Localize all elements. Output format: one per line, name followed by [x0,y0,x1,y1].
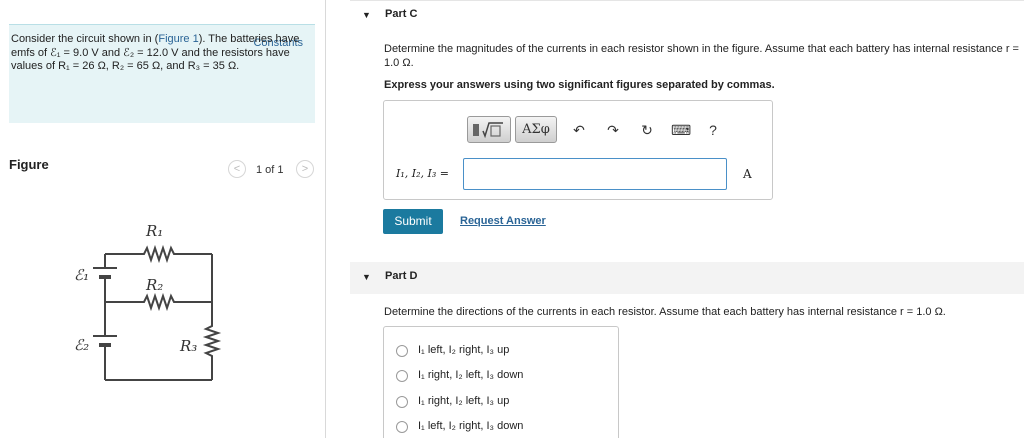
help-icon[interactable]: ? [703,120,723,140]
r2-resistor [105,292,212,312]
e2-label: ℰ₂ [74,336,89,354]
r1-resistor [105,244,212,264]
r1-label: R₁ [145,222,163,240]
part-d-header[interactable]: ▼ Part D [350,262,1024,294]
circuit-diagram: R₁ R₂ R₃ ℰ₁ ℰ₂ [74,222,222,381]
template-icon[interactable] [467,116,511,143]
radio-button[interactable] [396,421,408,433]
e2-battery [93,335,117,347]
left-panel: Constants Consider the circuit shown in … [0,0,325,438]
part-c-header[interactable]: ▼ Part C [350,0,1024,30]
problem-text: Consider the circuit shown in (Figure 1)… [11,33,301,74]
answer-input[interactable] [463,158,727,190]
part-c-title: Part C [385,8,418,20]
option-label: I₁ right, I₂ left, I₃ up [418,395,510,407]
answer-unit: A [743,167,752,181]
radio-button[interactable] [396,396,408,408]
part-c-question: Determine the magnitudes of the currents… [384,43,1019,69]
redo-icon[interactable]: ↷ [603,120,623,140]
problem-text-pre: Consider the circuit shown in ( [11,33,159,45]
panel-divider [325,0,326,438]
radio-button[interactable] [396,345,408,357]
request-answer-link[interactable]: Request Answer [460,215,546,227]
r3-resistor [202,302,222,380]
figure-heading: Figure [9,157,49,172]
figure-counter: 1 of 1 [256,164,284,176]
chevron-left-icon[interactable]: < [228,160,246,178]
r3-label: R₃ [179,337,197,355]
undo-icon[interactable]: ↶ [569,120,589,140]
part-c-instructions: Express your answers using two significa… [384,79,775,91]
radio-button[interactable] [396,370,408,382]
figure-link[interactable]: Figure 1 [158,33,198,45]
reset-icon[interactable]: ↻ [637,120,657,140]
answer-label: I₁, I₂, I₃ = [396,167,449,180]
collapse-triangle-icon[interactable]: ▼ [362,272,371,282]
e1-battery [93,267,117,279]
e1-label: ℰ₁ [74,266,89,284]
option-label: I₁ left, I₂ right, I₃ up [418,344,510,356]
submit-button[interactable]: Submit [383,209,443,234]
part-d-title: Part D [385,270,418,282]
chevron-right-icon[interactable]: > [296,160,314,178]
greek-symbols-button[interactable]: ΑΣφ [515,116,557,143]
keyboard-icon[interactable]: ⌨ [671,120,691,140]
collapse-triangle-icon[interactable]: ▼ [362,10,371,20]
part-d-question: Determine the directions of the currents… [384,306,946,318]
r2-label: R₂ [145,276,163,294]
option-label: I₁ left, I₂ right, I₃ down [418,420,524,432]
option-label: I₁ right, I₂ left, I₃ down [418,369,524,381]
